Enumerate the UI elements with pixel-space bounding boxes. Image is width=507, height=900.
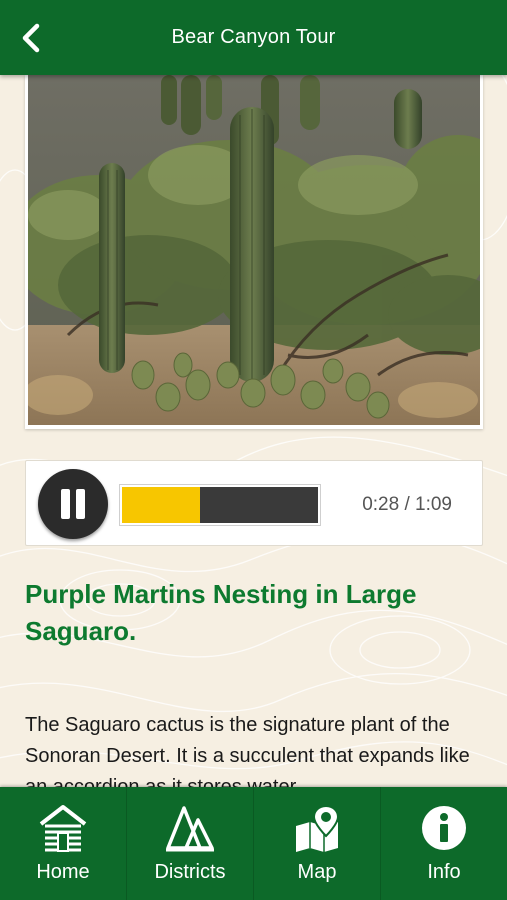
tents-icon (166, 806, 214, 852)
tab-map[interactable]: Map (254, 787, 381, 900)
audio-progress-fill (122, 487, 201, 523)
app-header: Bear Canyon Tour (0, 0, 507, 75)
saguaro-photo (28, 75, 480, 425)
tab-label-home: Home (36, 861, 90, 883)
pause-icon (58, 489, 88, 519)
tour-stop-photo (25, 75, 483, 429)
tab-label-districts: Districts (154, 861, 226, 883)
tab-districts[interactable]: Districts (127, 787, 254, 900)
playback-time: 0:28 / 1:09 (362, 494, 452, 515)
audio-player: 0:28 / 1:09 (25, 460, 483, 546)
stop-heading: Purple Martins Nesting in Large Saguaro. (25, 579, 417, 646)
tab-label-info: Info (427, 861, 461, 883)
tab-info[interactable]: Info (381, 787, 507, 900)
audio-progress-bar[interactable] (119, 484, 321, 526)
pause-button[interactable] (38, 469, 108, 539)
map-pin-icon (296, 804, 340, 852)
tab-home[interactable]: Home (0, 787, 127, 900)
page-title: Bear Canyon Tour (171, 26, 336, 48)
bottom-tab-bar: Home Districts Map Info (0, 787, 507, 900)
back-button[interactable] (12, 18, 50, 58)
cabin-icon (39, 805, 87, 852)
info-icon (422, 806, 466, 850)
tab-label-map: Map (297, 861, 337, 883)
chevron-left-icon (22, 23, 40, 53)
